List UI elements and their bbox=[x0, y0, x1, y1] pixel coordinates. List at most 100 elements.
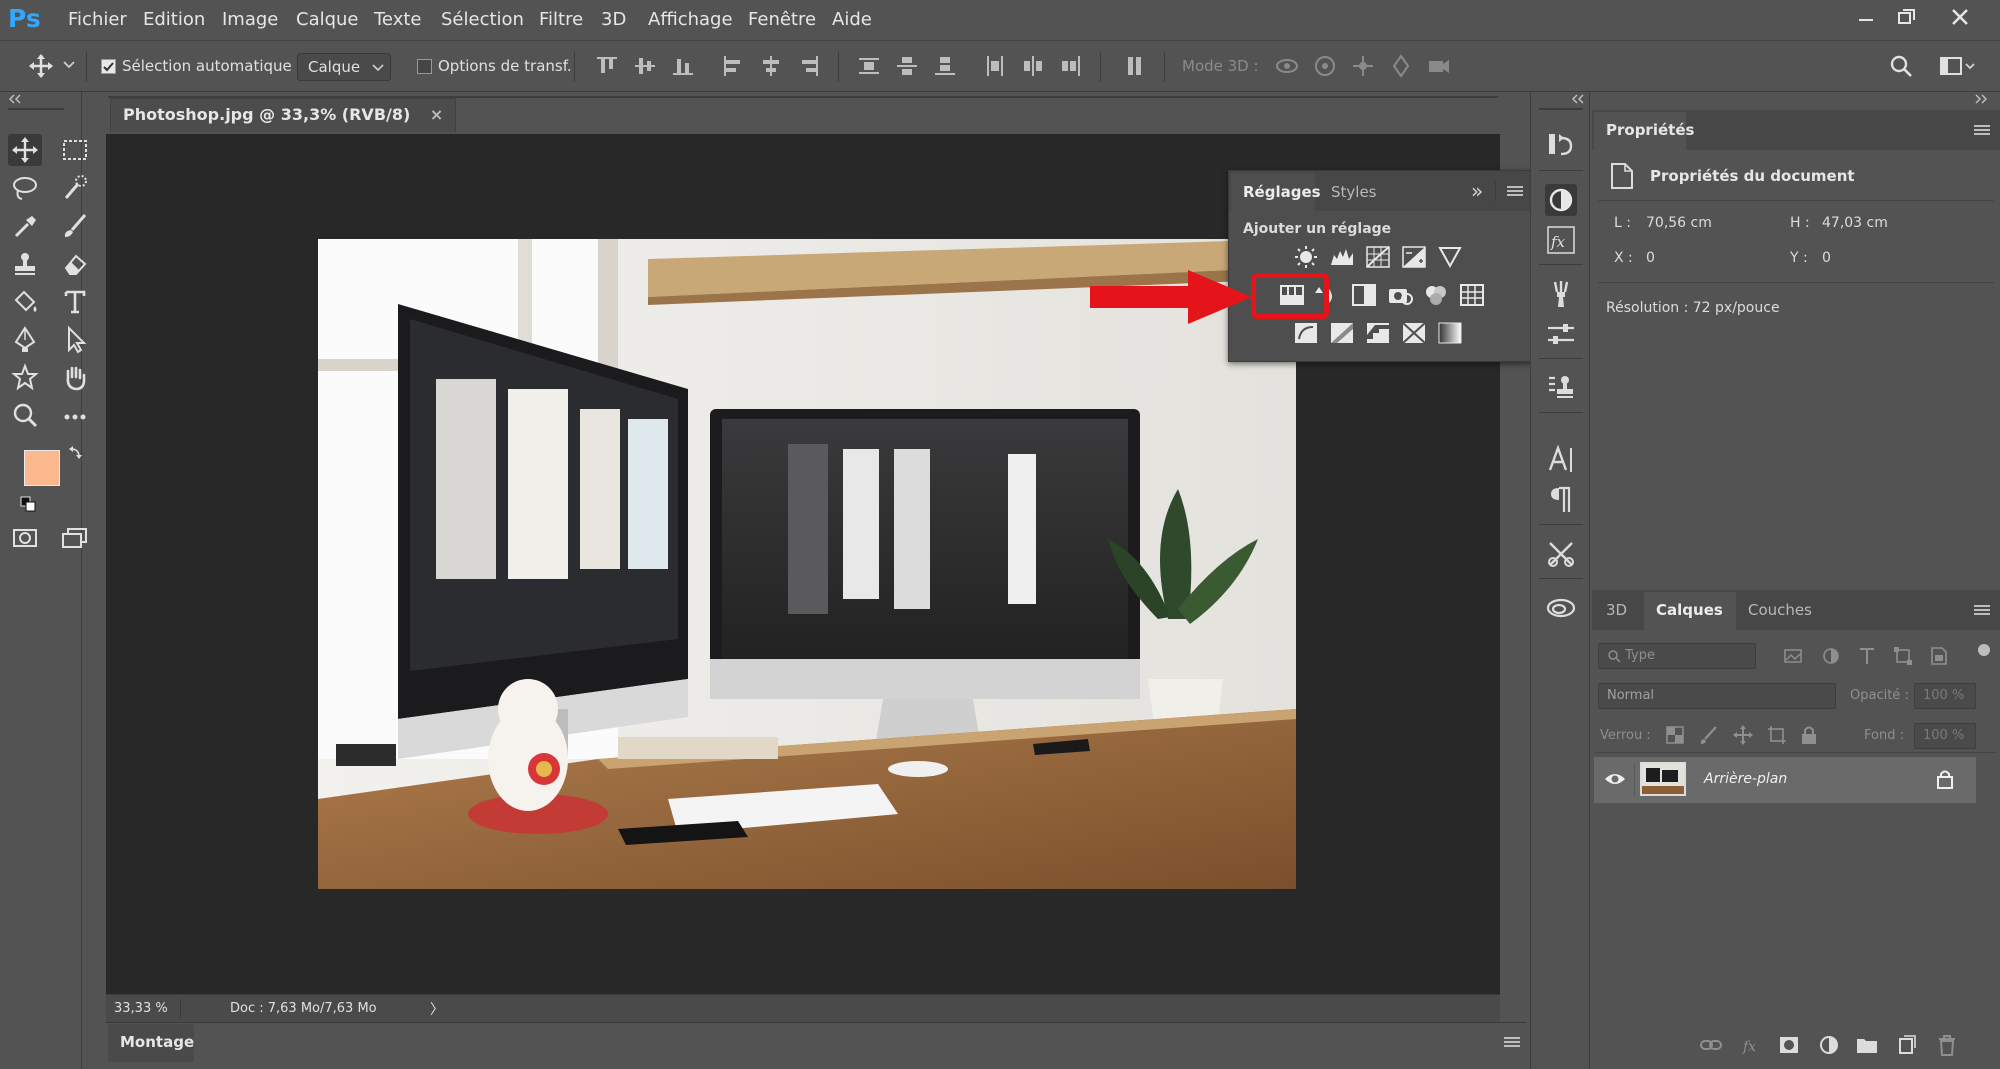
menu-edition[interactable]: Edition bbox=[143, 9, 205, 30]
styles-fx-icon[interactable]: fx bbox=[1545, 224, 1577, 256]
minimize-icon[interactable] bbox=[1846, 2, 1886, 32]
brush-settings-icon[interactable] bbox=[1545, 318, 1577, 350]
collapse-toolbar-icon[interactable] bbox=[8, 94, 22, 104]
close-tab-icon[interactable]: × bbox=[430, 105, 443, 124]
camera-3d-icon[interactable] bbox=[1426, 53, 1452, 79]
layer-thumbnail[interactable] bbox=[1640, 762, 1686, 796]
new-group-icon[interactable] bbox=[1856, 1034, 1878, 1056]
filter-pixel-icon[interactable] bbox=[1782, 645, 1804, 667]
align-bottom-icon[interactable] bbox=[670, 53, 696, 79]
add-mask-icon[interactable] bbox=[1778, 1034, 1800, 1056]
auto-select-checkbox[interactable] bbox=[101, 59, 116, 74]
hand-tool[interactable] bbox=[58, 362, 92, 394]
lasso-tool[interactable] bbox=[8, 172, 42, 204]
marquee-tool[interactable] bbox=[58, 134, 92, 166]
selective-color-icon[interactable] bbox=[1401, 321, 1427, 345]
distribute-top-icon[interactable] bbox=[856, 53, 882, 79]
brightness-contrast-icon[interactable] bbox=[1293, 245, 1319, 269]
width-value[interactable]: 70,56 cm bbox=[1646, 215, 1712, 231]
status-menu-arrow[interactable]: 〉 bbox=[430, 999, 444, 1019]
workspace-switcher-icon[interactable] bbox=[1938, 53, 1978, 79]
brush-tool[interactable] bbox=[58, 210, 92, 242]
transform-controls-checkbox[interactable] bbox=[417, 59, 432, 74]
lock-transparent-pixels-icon[interactable] bbox=[1664, 724, 1686, 746]
distribute-left-icon[interactable] bbox=[982, 53, 1008, 79]
brushes-icon[interactable] bbox=[1545, 278, 1577, 310]
distribute-vertical-center-icon[interactable] bbox=[894, 53, 920, 79]
distribute-right-icon[interactable] bbox=[1058, 53, 1084, 79]
y-value[interactable]: 0 bbox=[1822, 250, 1831, 266]
roll-3d-icon[interactable] bbox=[1312, 53, 1338, 79]
threshold-icon[interactable] bbox=[1365, 321, 1391, 345]
swap-colors-icon[interactable] bbox=[68, 444, 84, 460]
menu-fenetre[interactable]: Fenêtre bbox=[748, 9, 816, 30]
panel-menu-icon[interactable] bbox=[1974, 124, 1990, 136]
path-selection-tool[interactable] bbox=[58, 324, 92, 356]
filter-type-icon[interactable] bbox=[1856, 645, 1878, 667]
align-right-icon[interactable] bbox=[796, 53, 822, 79]
menu-texte[interactable]: Texte bbox=[374, 9, 421, 30]
document-canvas-image[interactable] bbox=[318, 239, 1296, 889]
tool-presets-icon[interactable] bbox=[1545, 538, 1577, 570]
close-icon[interactable] bbox=[1940, 2, 1980, 32]
move-tool-icon[interactable] bbox=[28, 53, 54, 79]
lock-artboard-icon[interactable] bbox=[1766, 724, 1788, 746]
clone-stamp-tool[interactable] bbox=[8, 248, 42, 280]
collapse-panel-icon[interactable]: » bbox=[1471, 179, 1483, 203]
link-layers-icon[interactable] bbox=[1700, 1034, 1722, 1056]
tab-calques[interactable]: Calques bbox=[1644, 592, 1736, 630]
eye-icon[interactable] bbox=[1604, 771, 1626, 787]
pen-tool[interactable] bbox=[8, 324, 42, 356]
default-colors-icon[interactable] bbox=[20, 496, 36, 512]
menu-affichage[interactable]: Affichage bbox=[648, 9, 733, 30]
lock-position-icon[interactable] bbox=[1732, 724, 1754, 746]
curves-icon[interactable] bbox=[1365, 245, 1391, 269]
tab-3d[interactable]: 3D bbox=[1594, 592, 1639, 630]
color-lookup-icon[interactable] bbox=[1459, 283, 1485, 307]
blend-mode-dropdown[interactable]: Normal bbox=[1598, 683, 1836, 709]
levels-icon[interactable] bbox=[1329, 245, 1355, 269]
menu-calque[interactable]: Calque bbox=[296, 9, 359, 30]
channel-mixer-icon[interactable] bbox=[1423, 283, 1449, 307]
menu-3d[interactable]: 3D bbox=[601, 9, 626, 30]
align-vertical-center-icon[interactable] bbox=[632, 53, 658, 79]
collapse-dock-icon[interactable] bbox=[1571, 94, 1585, 104]
new-layer-icon[interactable] bbox=[1896, 1034, 1918, 1056]
panel-menu-icon[interactable] bbox=[1507, 185, 1523, 197]
document-tab[interactable]: Photoshop.jpg @ 33,3% (RVB/8) × bbox=[110, 98, 457, 132]
distribute-horizontal-center-icon[interactable] bbox=[1020, 53, 1046, 79]
align-left-icon[interactable] bbox=[720, 53, 746, 79]
vibrance-icon[interactable] bbox=[1437, 245, 1463, 269]
black-white-icon[interactable] bbox=[1351, 283, 1377, 307]
screen-mode-icon[interactable] bbox=[58, 522, 92, 554]
restore-icon[interactable] bbox=[1886, 2, 1926, 32]
paragraph-icon[interactable] bbox=[1545, 484, 1577, 516]
libraries-icon[interactable] bbox=[1545, 592, 1577, 624]
align-top-icon[interactable] bbox=[594, 53, 620, 79]
tab-reglages[interactable]: Réglages bbox=[1243, 183, 1321, 201]
menu-filtre[interactable]: Filtre bbox=[539, 9, 583, 30]
filter-toggle[interactable] bbox=[1978, 644, 1990, 656]
collapse-panels-icon[interactable] bbox=[1974, 94, 1988, 104]
x-value[interactable]: 0 bbox=[1646, 250, 1655, 266]
foreground-color-swatch[interactable] bbox=[24, 450, 60, 486]
pan-3d-icon[interactable] bbox=[1350, 53, 1376, 79]
eraser-tool[interactable] bbox=[58, 248, 92, 280]
zoom-level[interactable]: 33,33 % bbox=[114, 1001, 168, 1016]
move-tool[interactable] bbox=[8, 134, 42, 166]
type-tool[interactable] bbox=[58, 286, 92, 318]
auto-select-target-dropdown[interactable]: Calque bbox=[297, 53, 391, 81]
fill-field[interactable]: 100 % bbox=[1914, 723, 1976, 749]
menu-aide[interactable]: Aide bbox=[832, 9, 872, 30]
quick-selection-tool[interactable] bbox=[58, 172, 92, 204]
layer-filter-dropdown[interactable]: Type bbox=[1598, 643, 1756, 669]
height-value[interactable]: 47,03 cm bbox=[1822, 215, 1888, 231]
menu-selection[interactable]: Sélection bbox=[441, 9, 524, 30]
delete-layer-icon[interactable] bbox=[1936, 1034, 1958, 1056]
gradient-map-icon[interactable] bbox=[1437, 321, 1463, 345]
menu-fichier[interactable]: Fichier bbox=[68, 9, 127, 30]
chevron-down-icon[interactable] bbox=[62, 57, 76, 71]
more-tools-icon[interactable] bbox=[58, 400, 92, 432]
search-icon[interactable] bbox=[1888, 53, 1914, 79]
tab-couches[interactable]: Couches bbox=[1736, 592, 1824, 630]
